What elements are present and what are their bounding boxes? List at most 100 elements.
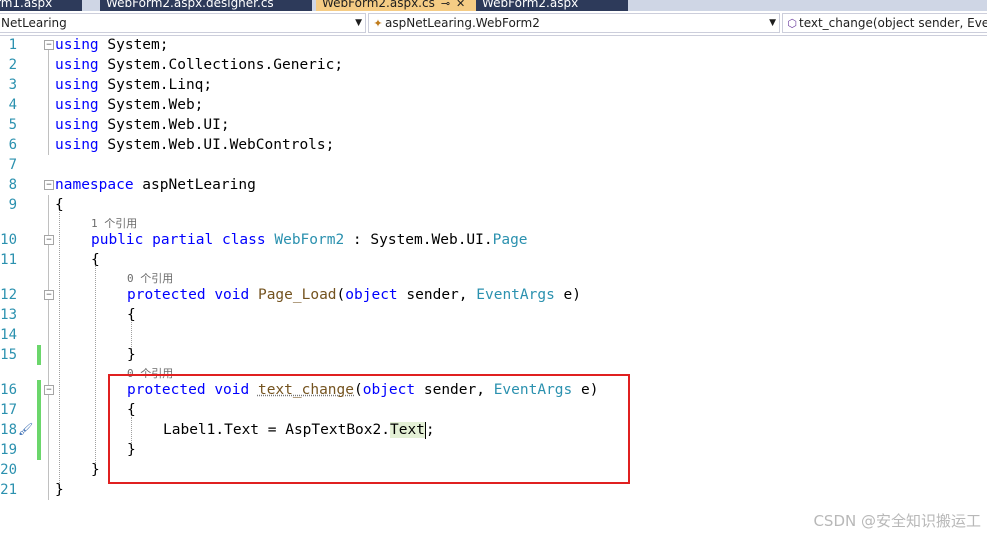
code-line-13[interactable]: 13 {	[0, 305, 987, 325]
line-number: 1	[8, 37, 17, 53]
line-number: 4	[8, 97, 17, 113]
paintbrush-icon[interactable]: 🖌	[18, 422, 33, 436]
code-line-7[interactable]: 7	[0, 155, 987, 175]
code-text: }	[127, 347, 136, 363]
tab-webform1-aspx[interactable]: rm1.aspx	[0, 0, 82, 11]
line-number: 2	[8, 57, 17, 73]
document-tab-strip: rm1.aspx WebForm2.aspx.designer.cs WebFo…	[0, 0, 987, 11]
collapse-icon[interactable]: −	[44, 385, 54, 395]
collapse-icon[interactable]: −	[44, 180, 54, 190]
watermark: CSDN @安全知识搬运工	[813, 512, 981, 530]
code-line-11[interactable]: 11 {	[0, 250, 987, 270]
line-number: 8	[8, 177, 17, 193]
code-text: e)	[554, 287, 582, 303]
code-line-6[interactable]: 6 using System.Web.UI.WebControls;	[0, 135, 987, 155]
code-line-10[interactable]: 10 − public partial class WebForm2 : Sys…	[0, 230, 987, 250]
codelens-references[interactable]: 1 个引用	[91, 215, 137, 231]
keyword: protected	[127, 287, 206, 303]
code-text: sender,	[397, 287, 477, 303]
code-text: : System.Web.UI.	[344, 232, 493, 248]
line-number: 9	[8, 197, 17, 213]
keyword: using	[55, 77, 99, 93]
line-number: 21	[0, 482, 17, 498]
collapse-icon[interactable]: −	[44, 235, 54, 245]
code-text: System.Web;	[98, 97, 204, 113]
codelens-references[interactable]: 0 个引用	[127, 270, 173, 286]
line-number: 3	[8, 77, 17, 93]
tab-label: WebForm2.aspx	[482, 0, 579, 10]
keyword: using	[55, 97, 99, 113]
code-editor[interactable]: 1 − using System; 2 using System.Collect…	[0, 35, 987, 539]
keyword: public	[91, 232, 144, 248]
code-line-9[interactable]: 9 {	[0, 195, 987, 215]
collapse-icon[interactable]: −	[44, 40, 54, 50]
project-name: NetLearing	[1, 16, 67, 30]
keyword: using	[55, 37, 99, 53]
code-line-5[interactable]: 5 using System.Web.UI;	[0, 115, 987, 135]
tab-webform2-aspx[interactable]: WebForm2.aspx	[476, 0, 628, 11]
class-icon: ✦	[373, 17, 383, 30]
keyword: using	[55, 137, 99, 153]
code-text: }	[91, 462, 100, 478]
tab-label: WebForm2.aspx.cs	[322, 0, 435, 10]
chevron-down-icon: ▼	[355, 18, 362, 28]
change-marker	[37, 440, 41, 460]
method-name: Page_Load	[257, 287, 337, 303]
keyword: using	[55, 117, 99, 133]
line-number: 12	[0, 287, 17, 303]
code-line-3[interactable]: 3 using System.Linq;	[0, 75, 987, 95]
code-text: {	[91, 252, 100, 268]
code-line-1[interactable]: 1 − using System;	[0, 35, 987, 55]
member-dropdown[interactable]: ⬡ text_change(object sender, Even	[782, 13, 987, 33]
code-line-12[interactable]: 12 − protected void Page_Load(object sen…	[0, 285, 987, 305]
close-icon[interactable]: ✕	[456, 0, 465, 11]
code-line-15[interactable]: 15 }	[0, 345, 987, 365]
collapse-icon[interactable]: −	[44, 290, 54, 300]
tab-label: WebForm2.aspx.designer.cs	[106, 0, 274, 10]
line-number: 14	[0, 327, 17, 343]
line-number: 19	[0, 442, 17, 458]
code-line-8[interactable]: 8 − namespace aspNetLearing	[0, 175, 987, 195]
member-name: text_change(object sender, Even	[799, 16, 987, 30]
change-marker	[37, 380, 41, 400]
line-number: 16	[0, 382, 17, 398]
keyword: class	[221, 232, 266, 248]
tab-webform2-designer[interactable]: WebForm2.aspx.designer.cs	[100, 0, 312, 11]
code-text: System.Linq;	[98, 77, 213, 93]
line-number: 10	[0, 232, 17, 248]
line-number: 15	[0, 347, 17, 363]
line-number: 7	[8, 157, 17, 173]
line-number: 18	[0, 422, 17, 438]
chevron-down-icon: ▼	[769, 18, 776, 28]
keyword: partial	[152, 232, 214, 248]
method-icon: ⬡	[787, 17, 797, 30]
class-name: WebForm2	[274, 232, 345, 248]
code-text: }	[55, 482, 64, 498]
line-number: 20	[0, 462, 17, 478]
code-line-14[interactable]: 14	[0, 325, 987, 345]
pin-icon[interactable]: ⊸	[441, 0, 450, 11]
code-text: System.Web.UI.WebControls;	[98, 137, 335, 153]
code-text: {	[127, 307, 136, 323]
type-name: Page	[492, 232, 528, 248]
class-dropdown[interactable]: ✦ aspNetLearing.WebForm2 ▼	[368, 13, 780, 33]
code-text: System.Web.UI;	[98, 117, 230, 133]
keyword: void	[214, 287, 250, 303]
line-number: 6	[8, 137, 17, 153]
tab-webform2-aspx-cs[interactable]: WebForm2.aspx.cs ⊸ ✕	[316, 0, 478, 11]
code-text: aspNetLearing	[133, 177, 256, 193]
navigation-bar: NetLearing ▼ ✦ aspNetLearing.WebForm2 ▼ ⬡…	[0, 11, 987, 36]
project-dropdown[interactable]: NetLearing ▼	[0, 13, 366, 33]
keyword: namespace	[55, 177, 134, 193]
code-text: System;	[98, 37, 169, 53]
change-marker	[37, 345, 41, 365]
code-text: System.Collections.Generic;	[98, 57, 344, 73]
change-marker	[37, 420, 41, 440]
type-name: EventArgs	[476, 287, 555, 303]
class-name: aspNetLearing.WebForm2	[385, 16, 540, 30]
keyword: using	[55, 57, 99, 73]
line-number: 13	[0, 307, 17, 323]
code-line-4[interactable]: 4 using System.Web;	[0, 95, 987, 115]
code-text: (	[336, 287, 346, 303]
code-line-2[interactable]: 2 using System.Collections.Generic;	[0, 55, 987, 75]
